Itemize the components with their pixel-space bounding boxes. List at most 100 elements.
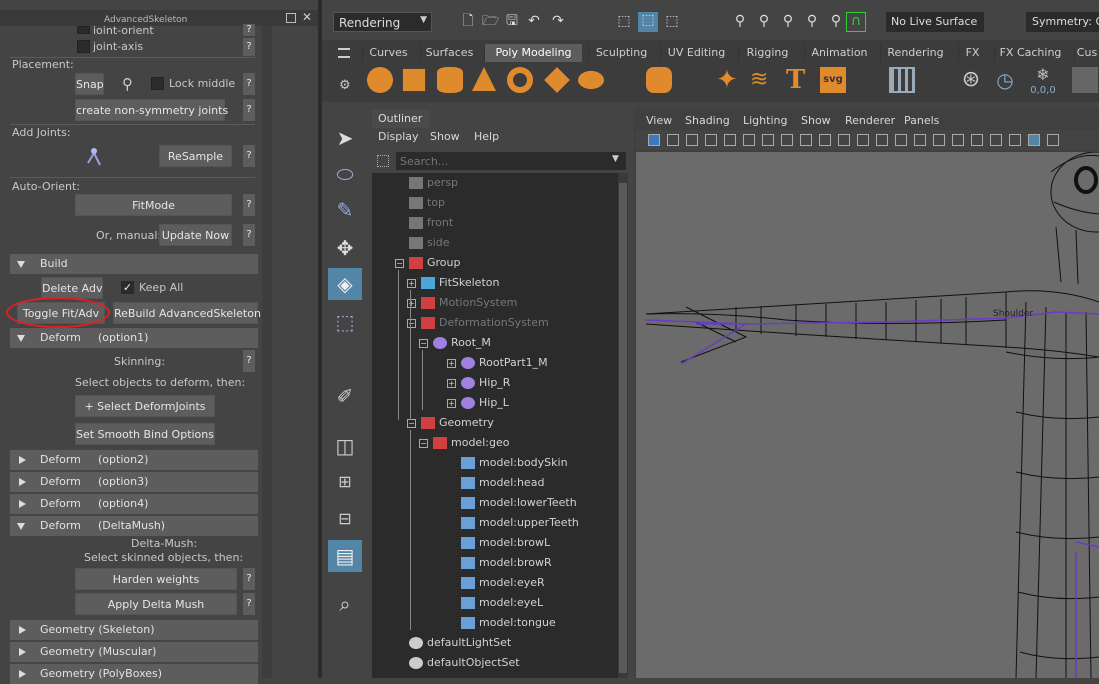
outliner-layout-icon[interactable]: ▤ [328, 540, 362, 572]
poly-torus-icon[interactable] [507, 67, 533, 93]
outliner-item[interactable]: defaultObjectSet [409, 653, 520, 673]
shelf-tab-curves[interactable]: Curves [362, 44, 414, 62]
shelf-settings-gear-icon[interactable]: ⚙ [339, 78, 351, 93]
fitmode-button[interactable]: FitMode [75, 194, 232, 216]
outliner-item[interactable]: front [409, 213, 453, 233]
snap-point-icon[interactable]: ⚲ [780, 13, 796, 29]
expand-icon[interactable]: + [447, 399, 456, 408]
viewport-toolbar-icon[interactable] [781, 134, 793, 146]
poly-sphere-icon[interactable] [367, 67, 393, 93]
scrollbar-track[interactable] [262, 26, 272, 678]
help-button[interactable]: ? [243, 99, 255, 121]
lock-middle-checkbox[interactable] [151, 77, 164, 90]
select-hierarchy-icon[interactable]: ⬚ [616, 13, 632, 29]
new-scene-icon[interactable]: 🗋 [460, 13, 476, 29]
outliner-item[interactable]: Hip_R [461, 373, 510, 393]
outliner-item[interactable]: model:head [461, 473, 544, 493]
outliner-item[interactable]: Group [409, 253, 461, 273]
svg-icon[interactable]: svg [820, 67, 846, 93]
shelf-more-icon[interactable] [1072, 67, 1098, 93]
shelf-tab-fx-caching[interactable]: FX Caching [994, 44, 1066, 62]
close-window-icon[interactable]: ✕ [302, 10, 312, 24]
viewport-toolbar-icon[interactable] [971, 134, 983, 146]
viewport-toolbar-icon[interactable] [1028, 134, 1040, 146]
expand-icon[interactable]: + [407, 279, 416, 288]
viewport-toolbar-icon[interactable] [895, 134, 907, 146]
help-button[interactable]: ? [243, 194, 255, 216]
harden-weights-button[interactable]: Harden weights [75, 568, 237, 590]
make-live-icon[interactable]: ∩ [846, 12, 866, 32]
live-surface-field[interactable]: No Live Surface [886, 12, 984, 32]
joint-axis-checkbox[interactable] [77, 40, 90, 53]
viewport-toolbar-icon[interactable] [724, 134, 736, 146]
expand-icon[interactable]: + [447, 379, 456, 388]
help-button[interactable]: ? [243, 568, 255, 590]
snap-surface-icon[interactable]: ⚲ [828, 13, 844, 29]
outliner-item[interactable]: model:eyeR [461, 573, 545, 593]
four-view-icon[interactable]: ⊞ [328, 466, 362, 498]
select-object-icon[interactable]: ⬚ [638, 12, 658, 32]
pivot-icon[interactable]: ⊛ [958, 67, 984, 93]
symmetry-dropdown[interactable]: Symmetry: Of [1026, 12, 1099, 32]
outliner-item[interactable]: Geometry [421, 413, 494, 433]
search-icon[interactable]: ⌕ [328, 588, 362, 620]
viewport-toolbar-icon[interactable] [914, 134, 926, 146]
outliner-item[interactable]: model:bodySkin [461, 453, 568, 473]
collapse-icon[interactable]: − [407, 319, 416, 328]
scale-tool-icon[interactable]: ⬚ [328, 306, 362, 338]
create-non-symmetry-joints-button[interactable]: create non-symmetry joints [75, 99, 228, 121]
snap-view-icon[interactable]: ⚲ [804, 13, 820, 29]
menu-set-dropdown[interactable]: Rendering ▼ [333, 12, 432, 32]
select-deform-joints-button[interactable]: + Select DeformJoints [75, 395, 215, 417]
outliner-item[interactable]: model:upperTeeth [461, 513, 579, 533]
outliner-item[interactable]: RootPart1_M [461, 353, 548, 373]
select-component-icon[interactable]: ⬚ [664, 13, 680, 29]
outliner-menu-help[interactable]: Help [474, 130, 499, 143]
shelf-tab-animation[interactable]: Animation [804, 44, 874, 62]
outliner-item[interactable]: FitSkeleton [421, 273, 499, 293]
outliner-item[interactable]: model:eyeL [461, 593, 543, 613]
outliner-item[interactable]: model:lowerTeeth [461, 493, 577, 513]
save-scene-icon[interactable]: 🖫 [504, 13, 520, 29]
poly-cube-icon[interactable] [402, 68, 426, 92]
viewport-toolbar-icon[interactable] [876, 134, 888, 146]
outliner-item[interactable]: side [409, 233, 450, 253]
move-tool-icon[interactable]: ✥ [328, 232, 362, 264]
viewport-toolbar-icon[interactable] [933, 134, 945, 146]
rebuild-advanced-skeleton-button[interactable]: ReBuild AdvancedSkeleton [113, 302, 261, 324]
lasso-tool-icon[interactable]: ⬭ [328, 158, 362, 190]
joint-orient-checkbox[interactable] [77, 26, 90, 34]
poly-disc-icon[interactable] [578, 70, 604, 90]
help-button[interactable]: ? [243, 38, 255, 56]
outliner-item[interactable]: MotionSystem [421, 293, 517, 313]
paint-select-icon[interactable]: ✎ [328, 194, 362, 226]
snap-curve-icon[interactable]: ⚲ [756, 13, 772, 29]
outliner-item[interactable]: DeformationSystem [421, 313, 549, 333]
deform-option3-frame-header[interactable]: Deform (option3) [10, 472, 258, 492]
delete-adv-button[interactable]: Delete Adv [41, 277, 103, 299]
outliner-filter-icon[interactable] [377, 155, 389, 167]
help-button[interactable]: ? [243, 350, 255, 372]
outliner-item[interactable]: model:geo [433, 433, 509, 453]
expand-icon[interactable]: + [407, 299, 416, 308]
outliner-menu-display[interactable]: Display [378, 130, 419, 143]
freeze-transforms-icon[interactable]: ❄ 0,0,0 [1028, 67, 1058, 97]
deform-deltamush-frame-header[interactable]: Deform (DeltaMush) [10, 516, 258, 536]
outliner-item[interactable]: Hip_L [461, 393, 509, 413]
viewport-toolbar-icon[interactable] [990, 134, 1002, 146]
shelf-tab-cus[interactable]: Cus [1074, 44, 1099, 62]
apply-delta-mush-button[interactable]: Apply Delta Mush [75, 593, 237, 615]
snap-grid-icon[interactable]: ⚲ [732, 13, 748, 29]
side-by-side-icon[interactable]: ⊟ [328, 503, 362, 535]
clock-icon[interactable]: ◷ [992, 67, 1018, 93]
viewport-toolbar-icon[interactable] [800, 134, 812, 146]
outliner-menu-show[interactable]: Show [430, 130, 460, 143]
outliner-item[interactable]: persp [409, 173, 458, 193]
outliner-scroll-thumb[interactable] [619, 183, 627, 673]
outliner-item[interactable]: model:browR [461, 553, 552, 573]
poly-helix-icon[interactable]: ≋ [750, 67, 776, 93]
deform-option1-frame-header[interactable]: Deform (option1) [10, 328, 258, 348]
undo-icon[interactable]: ↶ [526, 13, 542, 29]
geometry-muscular-frame-header[interactable]: Geometry (Muscular) [10, 642, 258, 662]
viewport-canvas[interactable]: Shoulder [636, 152, 1099, 678]
